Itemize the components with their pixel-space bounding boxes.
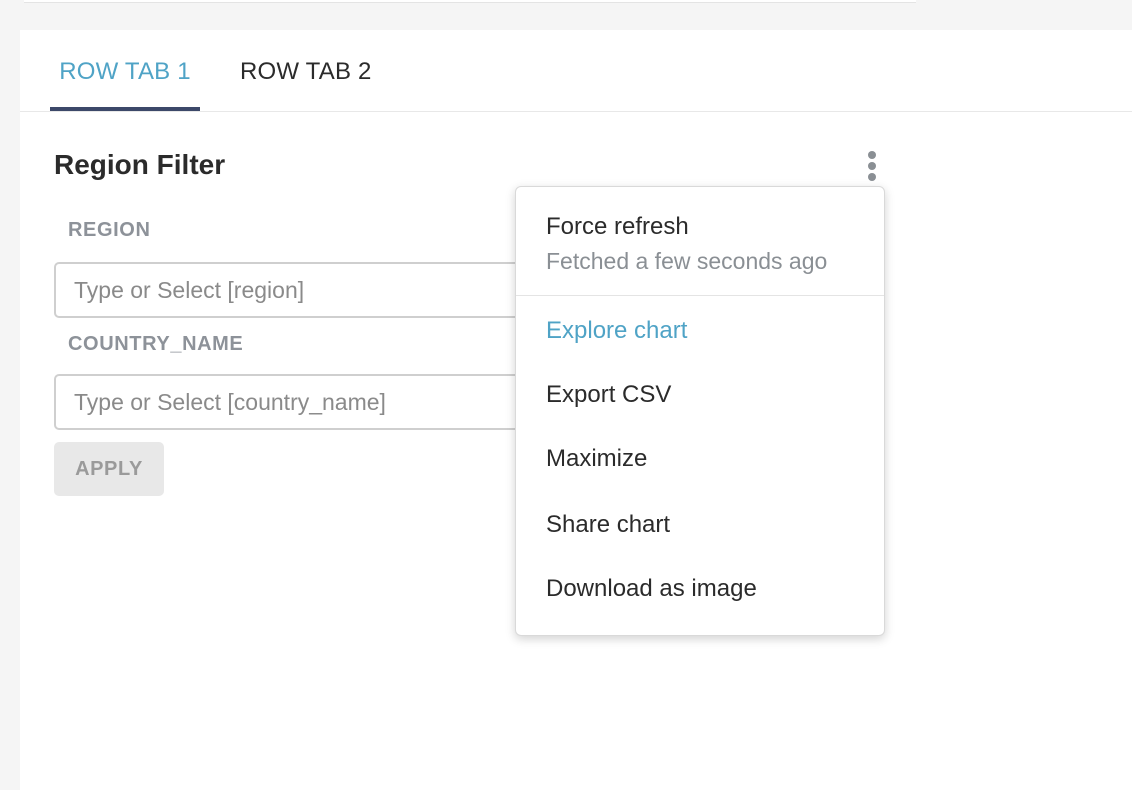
chart-title: Region Filter [54, 149, 226, 180]
tab-row-tab-1[interactable]: ROW TAB 1 [50, 30, 200, 111]
menu-item-share-chart[interactable]: Share chart [546, 511, 670, 539]
menu-item-force-refresh[interactable]: Force refresh [546, 213, 689, 241]
chart-actions-dropdown: Force refresh Fetched a few seconds ago … [515, 186, 885, 636]
tab-row-tab-2[interactable]: ROW TAB 2 [240, 30, 372, 111]
menu-item-maximize[interactable]: Maximize [546, 445, 647, 473]
menu-item-download-image[interactable]: Download as image [546, 575, 757, 603]
menu-divider [516, 295, 884, 296]
dot [868, 173, 876, 181]
dot [868, 162, 876, 170]
apply-button[interactable]: APPLY [54, 442, 164, 496]
fetched-status: Fetched a few seconds ago [546, 248, 828, 274]
more-options-icon[interactable] [862, 149, 882, 183]
menu-item-export-csv[interactable]: Export CSV [546, 381, 671, 409]
dot [868, 151, 876, 159]
region-label: REGION [68, 219, 151, 241]
menu-item-explore-chart[interactable]: Explore chart [546, 317, 687, 345]
country-name-label: COUNTRY_NAME [68, 333, 244, 355]
row-tabs: ROW TAB 1 ROW TAB 2 [20, 30, 1132, 112]
active-tab-indicator [50, 107, 200, 111]
top-card-edge [24, 0, 916, 3]
